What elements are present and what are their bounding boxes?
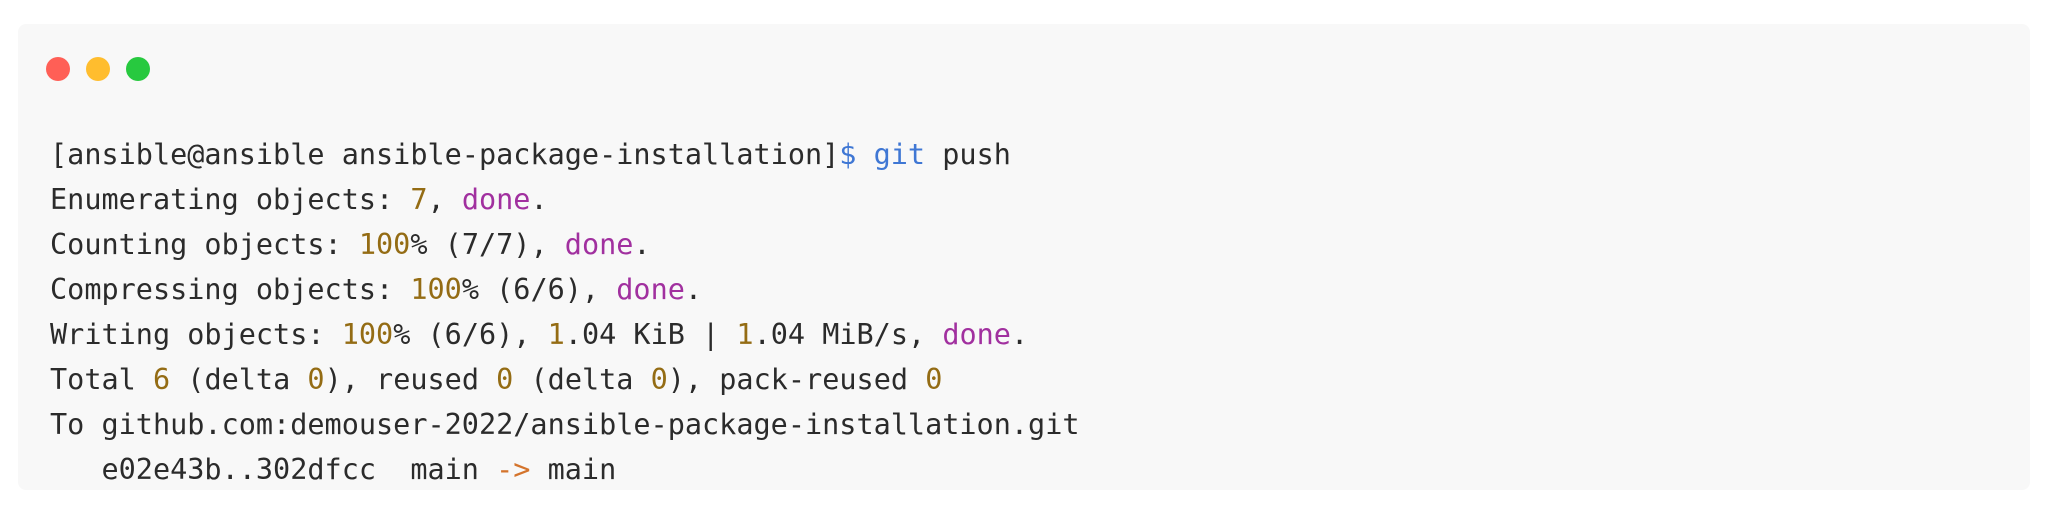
text-token: , — [427, 183, 462, 216]
text-token: [ansible@ansible ansible-package-install… — [50, 138, 840, 171]
terminal-line: Enumerating objects: 7, done. — [50, 177, 1080, 222]
text-token: . — [530, 183, 548, 216]
keyword-token: done — [942, 318, 1011, 351]
terminal-line: To github.com:demouser-2022/ansible-pack… — [50, 402, 1080, 447]
text-token: push — [925, 138, 1011, 171]
number-token: 100 — [358, 228, 411, 261]
text-token: ), reused — [324, 363, 497, 396]
text-token: . — [1010, 318, 1029, 351]
number-token: 1 — [547, 318, 565, 351]
text-token: .04 KiB | — [564, 318, 737, 351]
number-token: 0 — [496, 363, 514, 396]
text-token: Counting objects: — [50, 228, 359, 261]
text-token: % (7/7), — [410, 228, 565, 261]
number-token: 100 — [341, 318, 394, 351]
text-token: . — [684, 273, 703, 306]
terminal-line: Writing objects: 100% (6/6), 1.04 KiB | … — [50, 312, 1080, 357]
text-token: To github.com:demouser-2022/ansible-pack… — [50, 408, 1080, 441]
keyword-token: done — [564, 228, 634, 261]
terminal-line: Total 6 (delta 0), reused 0 (delta 0), p… — [50, 357, 1080, 402]
number-token: 0 — [650, 363, 668, 396]
keyword-token: done — [616, 273, 685, 306]
text-token: (delta — [170, 363, 308, 396]
text-token: main — [530, 453, 617, 486]
text-token: . — [633, 228, 651, 261]
terminal-line: [ansible@ansible ansible-package-install… — [50, 132, 1080, 177]
text-token: Writing objects: — [50, 318, 342, 351]
number-token: 100 — [410, 273, 462, 306]
command-token: $ git — [839, 138, 926, 171]
terminal-line: Counting objects: 100% (7/7), done. — [50, 222, 1080, 267]
window-controls — [46, 57, 150, 81]
number-token: 6 — [152, 363, 171, 396]
text-token: Total — [50, 363, 153, 396]
text-token: % (6/6), — [461, 273, 617, 306]
text-token: ), pack-reused — [667, 363, 926, 396]
arrow-token: -> — [496, 453, 531, 486]
maximize-dot[interactable] — [126, 57, 150, 81]
terminal-line: Compressing objects: 100% (6/6), done. — [50, 267, 1080, 312]
number-token: 1 — [736, 318, 754, 351]
text-token: % (6/6), — [393, 318, 548, 351]
number-token: 0 — [307, 363, 325, 396]
text-token: Enumerating objects: — [50, 183, 411, 216]
keyword-token: done — [461, 183, 531, 216]
minimize-dot[interactable] — [86, 57, 110, 81]
number-token: 7 — [410, 183, 428, 216]
number-token: 0 — [925, 363, 943, 396]
text-token: (delta — [513, 363, 651, 396]
text-token: .04 MiB/s, — [753, 318, 943, 351]
terminal-window: [ansible@ansible ansible-package-install… — [18, 24, 2030, 490]
close-dot[interactable] — [46, 57, 70, 81]
text-token: e02e43b..302dfcc main — [50, 453, 497, 486]
terminal-output: [ansible@ansible ansible-package-install… — [50, 132, 1080, 492]
terminal-line: e02e43b..302dfcc main -> main — [50, 447, 1080, 492]
text-token: Compressing objects: — [50, 273, 411, 306]
